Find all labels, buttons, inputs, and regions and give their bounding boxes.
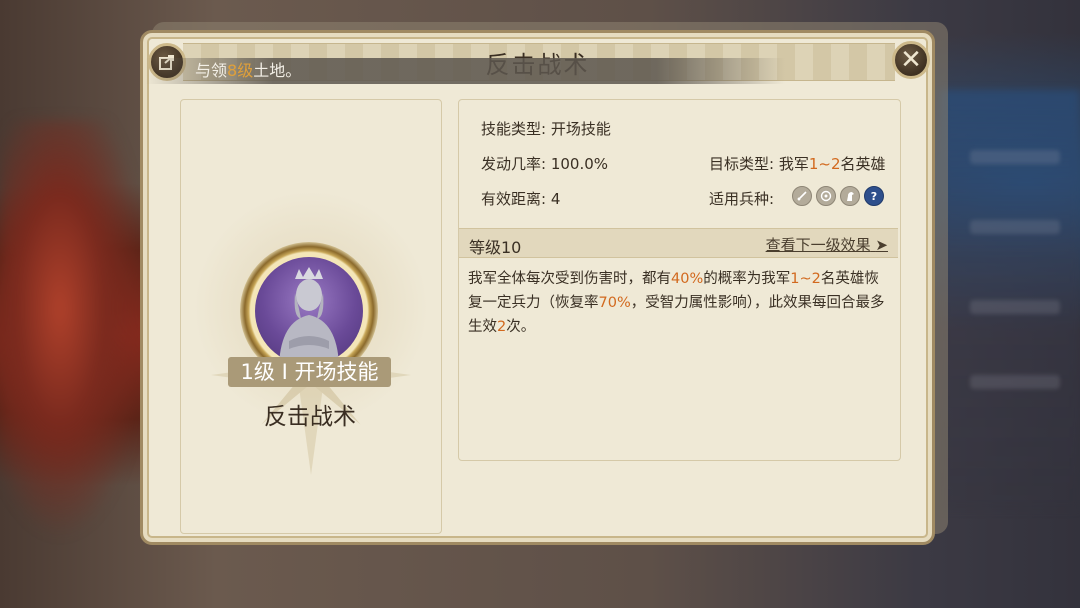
target-type-suffix: 名英雄 bbox=[840, 155, 886, 173]
banner-text-1: 与领 bbox=[195, 61, 228, 80]
horse-icon[interactable] bbox=[840, 186, 860, 206]
sword-icon[interactable] bbox=[792, 186, 812, 206]
desc-chance: 40% bbox=[671, 271, 704, 287]
skill-description: 我军全体每次受到伤害时，都有40%的概率为我军1~2名英雄恢复一定兵力（恢复率7… bbox=[468, 267, 893, 339]
question-glyph: ? bbox=[870, 189, 878, 203]
target-type-prefix: 我军 bbox=[778, 155, 809, 173]
desc-recovery-rate: 70% bbox=[598, 295, 631, 311]
desc-text-5: 次。 bbox=[506, 319, 536, 335]
skill-type-value: 开场技能 bbox=[550, 120, 611, 138]
range-label: 有效距离: bbox=[481, 190, 547, 208]
trigger-rate-row: 发动几率: 100.0% bbox=[481, 153, 608, 174]
close-icon: ✕ bbox=[900, 45, 922, 75]
banner-highlight: 8级 bbox=[227, 61, 254, 80]
close-button[interactable]: ✕ bbox=[892, 41, 930, 79]
desc-target-count: 1~2 bbox=[790, 271, 821, 287]
next-level-link-text: 查看下一级效果 bbox=[765, 236, 871, 254]
desc-text-1: 我军全体每次受到伤害时，都有 bbox=[468, 271, 671, 287]
range-row: 有效距离: 4 bbox=[481, 188, 560, 209]
skill-type-row: 技能类型: 开场技能 bbox=[481, 118, 611, 139]
skill-portrait-pane bbox=[180, 99, 442, 534]
next-level-link[interactable]: 查看下一级效果 ➤ bbox=[766, 234, 888, 255]
range-value: 4 bbox=[550, 190, 561, 208]
target-count: 1~2 bbox=[808, 155, 841, 173]
notice-banner: 与领8级土地。 bbox=[145, 58, 785, 84]
hero-portrait bbox=[255, 257, 363, 365]
skill-type-label: 技能类型: bbox=[481, 120, 547, 138]
unit-types-row: 适用兵种: bbox=[709, 188, 774, 209]
king-statue-icon bbox=[279, 267, 339, 365]
bow-icon[interactable] bbox=[816, 186, 836, 206]
trigger-rate-label: 发动几率: bbox=[481, 155, 547, 173]
arrow-right-icon: ➤ bbox=[875, 236, 888, 254]
skill-detail-dialog: 反击战术 ✕ 1级 I 开场技能 反击战术 bbox=[140, 30, 935, 545]
target-type-row: 目标类型: 我军1~2名英雄 bbox=[709, 153, 886, 174]
question-icon[interactable]: ? bbox=[864, 186, 884, 206]
skill-level-type-tag: 1级 I 开场技能 bbox=[228, 357, 391, 387]
level-bar: 等级10 查看下一级效果 ➤ bbox=[459, 228, 898, 258]
unit-type-icons: ? bbox=[792, 186, 884, 206]
banner-text-2: 土地。 bbox=[253, 61, 302, 80]
desc-text-2: 的概率为我军 bbox=[703, 271, 791, 287]
trigger-rate-value: 100.0% bbox=[550, 155, 609, 173]
skill-level: 等级10 bbox=[469, 238, 522, 257]
target-type-label: 目标类型: bbox=[709, 155, 775, 173]
skill-name: 反击战术 bbox=[264, 404, 356, 430]
background-hero-blur bbox=[0, 120, 150, 540]
desc-max-times: 2 bbox=[497, 319, 507, 335]
unit-types-label: 适用兵种: bbox=[709, 190, 775, 208]
